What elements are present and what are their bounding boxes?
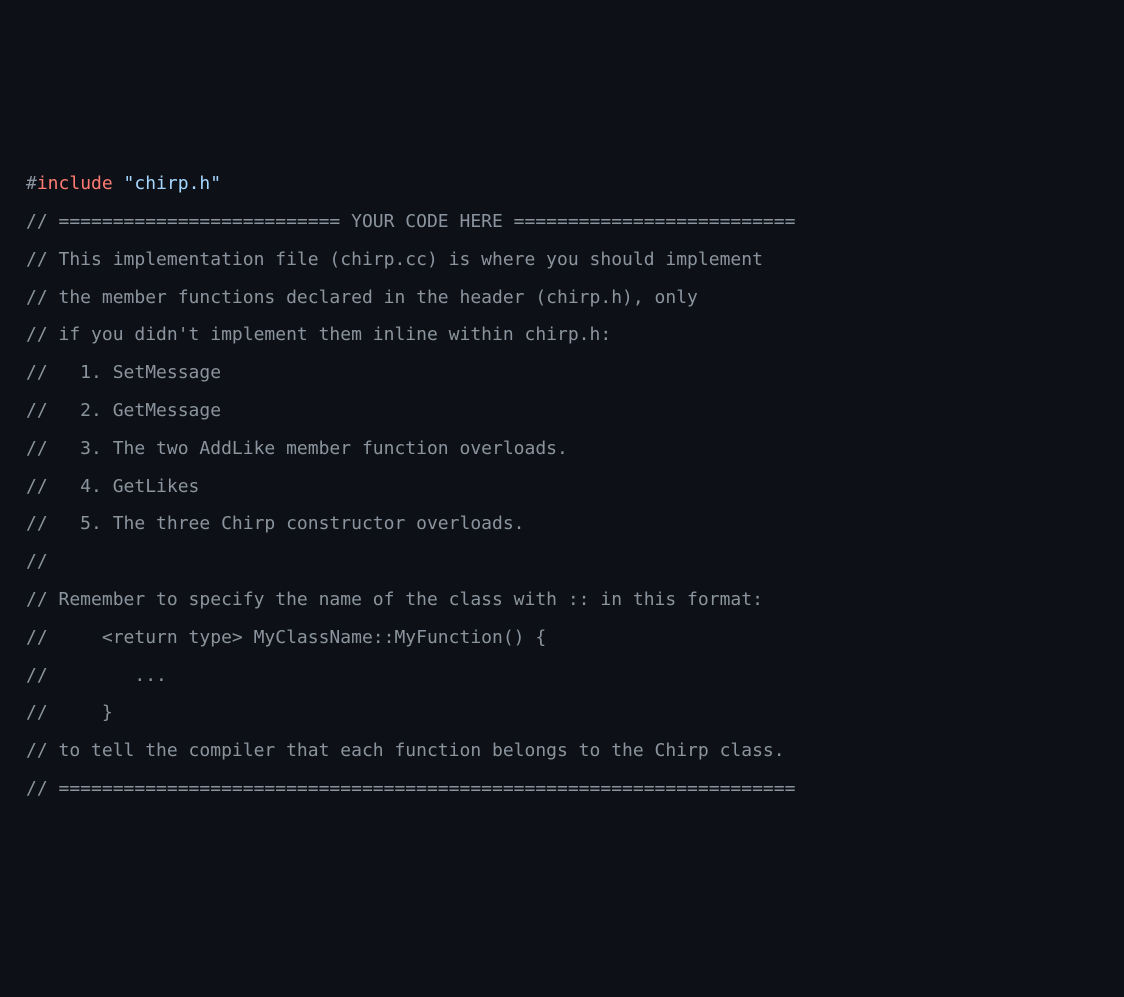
include-line: #include "chirp.h" (26, 165, 1098, 203)
comment-line: // } (26, 694, 1098, 732)
preprocessor-hash: # (26, 173, 37, 194)
comment-line: // if you didn't implement them inline w… (26, 316, 1098, 354)
code-block: #include "chirp.h"// ===================… (26, 165, 1098, 808)
comment-line: // Remember to specify the name of the c… (26, 581, 1098, 619)
preprocessor-keyword: include (37, 173, 124, 194)
comment-line: // ========================== YOUR CODE … (26, 203, 1098, 241)
comment-line: // 1. SetMessage (26, 354, 1098, 392)
comment-line: // 5. The three Chirp constructor overlo… (26, 505, 1098, 543)
comment-line: // the member functions declared in the … (26, 279, 1098, 317)
comment-line: // 2. GetMessage (26, 392, 1098, 430)
comment-line: // 3. The two AddLike member function ov… (26, 430, 1098, 468)
comment-line: // 4. GetLikes (26, 468, 1098, 506)
include-string: "chirp.h" (124, 173, 222, 194)
comment-line: // (26, 543, 1098, 581)
comment-line: // <return type> MyClassName::MyFunction… (26, 619, 1098, 657)
comment-line: // to tell the compiler that each functi… (26, 732, 1098, 770)
comment-line: // ... (26, 657, 1098, 695)
comment-line: // =====================================… (26, 770, 1098, 808)
comment-line: // This implementation file (chirp.cc) i… (26, 241, 1098, 279)
